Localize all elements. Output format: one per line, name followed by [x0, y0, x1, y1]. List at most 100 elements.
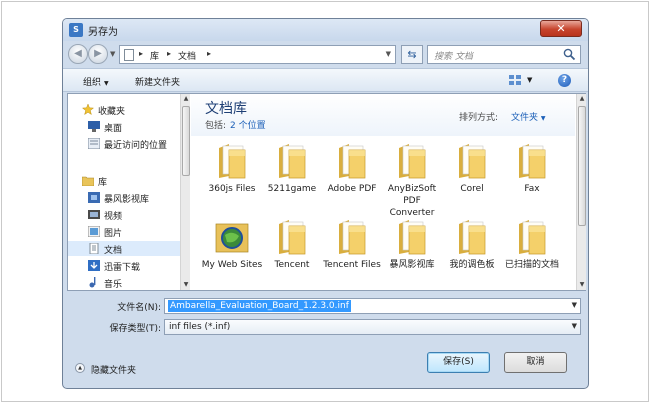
forward-button[interactable]: ▶: [88, 44, 108, 64]
file-item[interactable]: AnyBizSoft PDF Converter: [381, 142, 443, 218]
nav-item-downloads[interactable]: 迅雷下载: [68, 258, 180, 273]
title-bar: S 另存为 ✕: [63, 19, 588, 41]
file-name: 已扫描的文档: [504, 260, 559, 270]
recent-pages-dropdown[interactable]: ▼: [110, 50, 115, 58]
file-item[interactable]: Tencent: [261, 218, 323, 294]
file-item[interactable]: 已扫描的文档: [501, 218, 563, 294]
scrollbar-thumb[interactable]: [578, 106, 586, 226]
breadcrumb-separator-icon[interactable]: ▸: [167, 49, 171, 58]
folder-icon: [215, 142, 249, 180]
nav-item-pictures[interactable]: 图片: [68, 224, 180, 239]
scroll-down-icon[interactable]: ▼: [577, 280, 587, 290]
app-icon: S: [69, 23, 83, 37]
nav-item-video-library[interactable]: 暴风影视库: [68, 190, 180, 205]
navigation-scrollbar[interactable]: ▲ ▼: [180, 94, 190, 290]
filename-field[interactable]: Ambarella_Evaluation_Board_1.2.3.0.inf ▼: [164, 298, 581, 314]
file-item[interactable]: Tencent Files: [321, 218, 383, 294]
document-icon: [124, 49, 134, 61]
file-item[interactable]: 暴风影视库: [381, 218, 443, 294]
address-bar[interactable]: ▸ 库 ▸ 文档 ▸ ▼: [119, 45, 396, 64]
view-dropdown-icon[interactable]: ▼: [527, 76, 532, 84]
command-bar: 组织 ▼ 新建文件夹 ▼ ?: [63, 68, 588, 92]
file-name: 5211game: [267, 184, 317, 194]
breadcrumb-documents[interactable]: 文档: [178, 49, 196, 62]
arrange-by-dropdown[interactable]: 文件夹 ▼: [511, 110, 546, 123]
folder-icon: [515, 142, 549, 180]
address-dropdown-icon[interactable]: ▼: [386, 50, 391, 58]
search-input[interactable]: 搜索 文档: [427, 45, 581, 64]
file-name: Tencent Files: [323, 260, 381, 270]
organize-menu[interactable]: 组织 ▼: [83, 75, 109, 88]
close-button[interactable]: ✕: [540, 20, 582, 37]
includes-locations-link[interactable]: 2 个位置: [230, 121, 266, 131]
nav-label: 最近访问的位置: [104, 141, 168, 151]
nav-item-music[interactable]: 音乐: [68, 275, 180, 288]
documents-icon: [89, 243, 99, 254]
nav-item-library[interactable]: 库: [68, 173, 180, 188]
file-name: Corel: [460, 184, 484, 194]
nav-item-video[interactable]: 视频: [68, 207, 180, 222]
file-list-scrollbar[interactable]: ▲ ▼: [576, 94, 586, 290]
file-name: Fax: [524, 184, 540, 194]
back-button[interactable]: ◀: [68, 44, 88, 64]
nav-label: 迅雷下载: [104, 263, 141, 273]
nav-item-documents[interactable]: 文档: [68, 241, 180, 256]
file-item[interactable]: Corel: [441, 142, 503, 218]
nav-label: 图片: [104, 229, 123, 239]
file-item[interactable]: 5211game: [261, 142, 323, 218]
save-type-select[interactable]: inf files (*.inf) ▼: [164, 319, 581, 335]
arrange-by-value: 文件夹: [511, 113, 539, 123]
folder-icon: [515, 218, 549, 256]
breadcrumb-separator-icon[interactable]: ▸: [207, 49, 211, 58]
filename-label: 文件名(N):: [117, 303, 161, 313]
recent-places-icon: [88, 138, 100, 149]
nav-item-desktop[interactable]: 桌面: [68, 119, 180, 134]
collapse-up-icon[interactable]: ▲: [75, 363, 85, 373]
file-list-pane: 文档库 包括: 2 个位置 排列方式: 文件夹 ▼ 360js Files 5211…: [191, 94, 586, 290]
hide-folders-button[interactable]: 隐藏文件夹: [91, 363, 136, 376]
scroll-up-icon[interactable]: ▲: [577, 94, 587, 104]
pictures-icon: [88, 226, 100, 237]
file-item[interactable]: Fax: [501, 142, 563, 218]
video-icon: [88, 210, 100, 219]
save-type-value: inf files (*.inf): [169, 322, 231, 332]
nav-item-recent[interactable]: 最近访问的位置: [68, 136, 180, 151]
search-icon[interactable]: [563, 48, 576, 61]
save-button[interactable]: 保存(S): [427, 352, 490, 373]
view-options-icon[interactable]: [509, 75, 521, 86]
file-item[interactable]: Adobe PDF: [321, 142, 383, 218]
nav-label: 库: [98, 178, 108, 188]
chevron-down-icon: ▼: [104, 80, 109, 87]
help-icon[interactable]: ?: [558, 74, 571, 87]
scrollbar-thumb[interactable]: [182, 106, 190, 176]
library-header: 文档库 包括: 2 个位置 排列方式: 文件夹 ▼: [191, 94, 575, 136]
library-icon: [82, 176, 94, 186]
file-name: AnyBizSoft PDF Converter: [387, 184, 437, 218]
file-item[interactable]: 360js Files: [201, 142, 263, 218]
nav-item-favorites[interactable]: 收藏夹: [68, 102, 180, 117]
scroll-up-icon[interactable]: ▲: [181, 94, 191, 104]
content-area: 收藏夹 桌面 最近访问的位置 库 暴风影视库 视频 图片 文档 迅雷下载 音乐 …: [67, 93, 586, 291]
nav-label: 音乐: [104, 280, 123, 288]
cancel-button[interactable]: 取消: [504, 352, 567, 373]
scroll-down-icon[interactable]: ▼: [181, 280, 191, 290]
folder-icon: [455, 142, 489, 180]
arrange-by-label: 排列方式:: [459, 113, 499, 123]
new-folder-button[interactable]: 新建文件夹: [135, 75, 180, 88]
folder-icon: [275, 142, 309, 180]
dialog-footer: ▲ 隐藏文件夹 保存(S) 取消: [63, 341, 588, 388]
file-item[interactable]: 我的调色板: [441, 218, 503, 294]
file-name: 我的调色板: [449, 260, 495, 270]
web-folder-icon: [215, 218, 249, 256]
file-item[interactable]: My Web Sites: [201, 218, 263, 294]
chevron-down-icon[interactable]: ▼: [572, 301, 577, 309]
folder-icon: [395, 218, 429, 256]
file-name: Adobe PDF: [327, 184, 377, 194]
refresh-button[interactable]: ⇆: [401, 45, 423, 64]
save-type-label: 保存类型(T):: [109, 324, 161, 334]
breadcrumb-library[interactable]: 库: [150, 49, 159, 62]
breadcrumb-separator-icon[interactable]: ▸: [139, 49, 143, 58]
chevron-down-icon[interactable]: ▼: [572, 322, 577, 330]
folder-icon: [455, 218, 489, 256]
nav-label: 收藏夹: [98, 107, 126, 117]
